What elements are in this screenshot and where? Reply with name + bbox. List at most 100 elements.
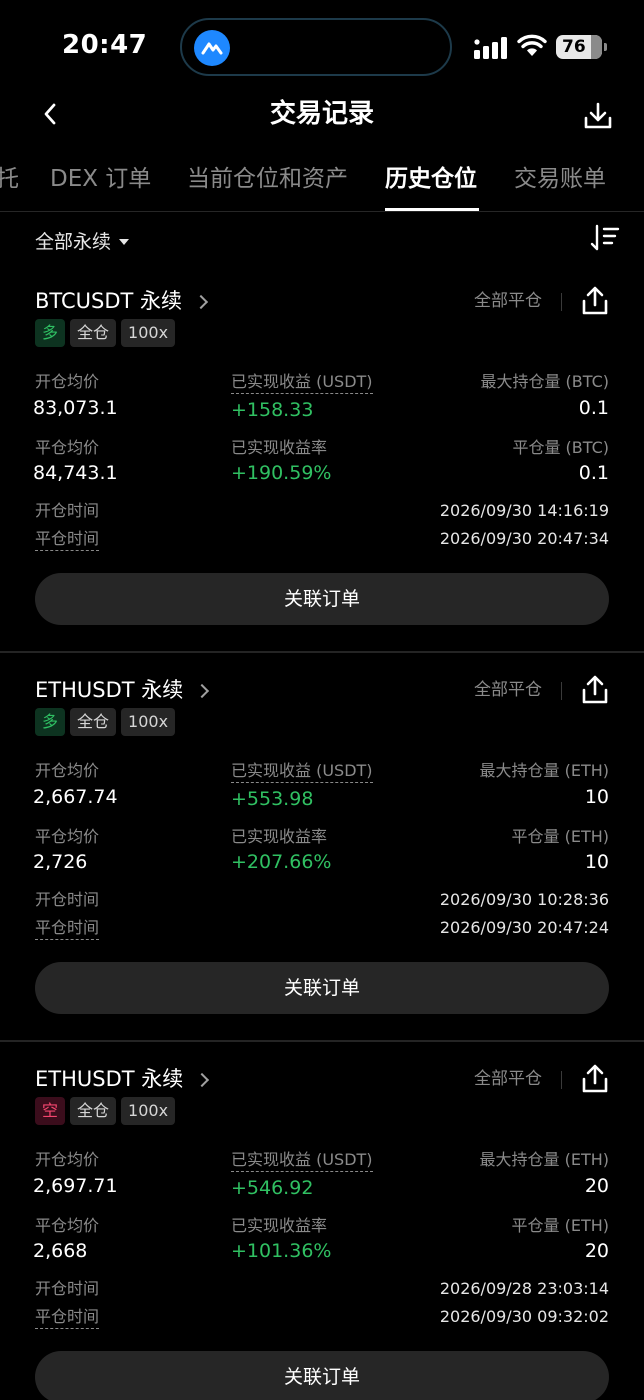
status-time: 20:47 [62, 30, 148, 60]
realized-pnl-value: +158.33 [231, 399, 314, 421]
close-time-label[interactable]: 平仓时间 [35, 528, 100, 551]
close-type-label: 全部平仓 [474, 680, 542, 700]
download-button[interactable] [578, 96, 618, 136]
tab-dex-orders[interactable]: DEX 订单 [50, 162, 151, 196]
max-position-label: 最大持仓量 (BTC) [480, 372, 609, 391]
position-card: ETHUSDT 永续 全部平仓 多 全仓 100x 开仓均价 2,667.74 … [0, 674, 644, 1065]
realized-rate-label: 已实现收益率 [231, 827, 328, 846]
side-badge: 多 [35, 319, 66, 347]
avg-close-label: 平仓均价 [35, 438, 100, 457]
max-position-label: 最大持仓量 (ETH) [479, 1150, 610, 1169]
dynamic-island[interactable] [180, 18, 452, 76]
realized-pnl-value: +546.92 [231, 1177, 314, 1199]
realized-pnl-label[interactable]: 已实现收益 (USDT) [231, 371, 373, 394]
open-time-value: 2026/09/30 10:28:36 [439, 890, 609, 909]
tab-bots[interactable]: 托 [0, 162, 19, 196]
avg-close-value: 2,668 [33, 1240, 88, 1262]
avg-open-label: 开仓均价 [35, 761, 100, 780]
closed-amount-label: 平仓量 (ETH) [511, 1216, 610, 1235]
position-tags: 多 全仓 100x [35, 708, 176, 736]
avg-open-label: 开仓均价 [35, 372, 100, 391]
margin-mode-badge: 全仓 [70, 1097, 117, 1125]
closed-amount-label: 平仓量 (ETH) [511, 827, 610, 846]
close-type-label: 全部平仓 [474, 1069, 542, 1089]
wifi-icon [517, 34, 547, 56]
realized-pnl-value: +553.98 [231, 788, 314, 810]
leverage-badge: 100x [121, 1097, 176, 1125]
page-title: 交易记录 [269, 99, 374, 129]
close-time-value: 2026/09/30 20:47:34 [439, 529, 609, 548]
active-tab-indicator [385, 208, 479, 211]
chevron-right-icon [195, 1072, 210, 1087]
battery-level: 76 [562, 37, 586, 57]
position-card: ETHUSDT 永续 全部平仓 空 全仓 100x 开仓均价 2,697.71 … [0, 1063, 644, 1400]
margin-mode-badge: 全仓 [70, 319, 117, 347]
filter-label: 全部永续 [35, 231, 112, 253]
open-time-label: 开仓时间 [35, 890, 100, 909]
realized-rate-value: +190.59% [231, 462, 332, 484]
max-position-label: 最大持仓量 (ETH) [479, 761, 610, 780]
position-tags: 空 全仓 100x [35, 1097, 176, 1125]
divider [561, 1071, 562, 1089]
avg-close-value: 84,743.1 [33, 462, 118, 484]
position-card: BTCUSDT 永续 全部平仓 多 全仓 100x 开仓均价 83,073.1 … [0, 285, 644, 676]
side-badge: 多 [35, 708, 66, 736]
avg-close-value: 2,726 [33, 851, 88, 873]
closed-amount-value: 0.1 [578, 462, 609, 484]
close-time-label[interactable]: 平仓时间 [35, 1306, 100, 1329]
close-time-value: 2026/09/30 20:47:24 [439, 918, 609, 937]
margin-mode-badge: 全仓 [70, 708, 117, 736]
tab-position-history[interactable]: 历史仓位 [385, 162, 477, 196]
position-tags: 多 全仓 100x [35, 319, 176, 347]
symbol-label: ETHUSDT 永续 [35, 678, 184, 702]
share-icon[interactable] [579, 285, 611, 317]
position-symbol-link[interactable]: ETHUSDT 永续 [35, 1065, 210, 1093]
leverage-badge: 100x [121, 319, 176, 347]
card-divider [0, 651, 644, 653]
position-symbol-link[interactable]: ETHUSDT 永续 [35, 676, 210, 704]
realized-pnl-label[interactable]: 已实现收益 (USDT) [231, 760, 373, 783]
open-time-label: 开仓时间 [35, 1279, 100, 1298]
related-orders-button[interactable]: 关联订单 [35, 573, 609, 625]
closed-amount-value: 10 [584, 851, 609, 873]
tab-trade-bills[interactable]: 交易账单 [514, 162, 606, 196]
related-orders-button[interactable]: 关联订单 [35, 962, 609, 1014]
avg-open-value: 2,667.74 [33, 786, 118, 808]
download-icon [584, 102, 612, 129]
position-symbol-link[interactable]: BTCUSDT 永续 [35, 287, 209, 315]
max-position-value: 10 [584, 786, 609, 808]
symbol-label: BTCUSDT 永续 [35, 289, 183, 313]
chevron-right-icon [195, 683, 210, 698]
related-orders-button[interactable]: 关联订单 [35, 1351, 609, 1400]
close-time-value: 2026/09/30 09:32:02 [439, 1307, 609, 1326]
sort-icon[interactable] [590, 224, 620, 252]
avg-close-label: 平仓均价 [35, 827, 100, 846]
chevron-right-icon [193, 294, 209, 309]
card-divider [0, 1040, 644, 1042]
realized-pnl-label[interactable]: 已实现收益 (USDT) [231, 1149, 373, 1172]
battery-indicator: 76 [556, 35, 607, 59]
status-bar: 20:47 76 [0, 0, 644, 92]
avg-close-label: 平仓均价 [35, 1216, 100, 1235]
side-badge: 空 [35, 1097, 66, 1125]
caret-down-icon [119, 239, 130, 245]
symbol-label: ETHUSDT 永续 [35, 1067, 184, 1091]
open-time-value: 2026/09/30 14:16:19 [439, 501, 609, 520]
product-filter-dropdown[interactable]: 全部永续 [35, 228, 130, 256]
tab-bar: 托 DEX 订单 当前仓位和资产 历史仓位 交易账单 [0, 158, 644, 212]
leverage-badge: 100x [121, 708, 176, 736]
closed-amount-label: 平仓量 (BTC) [512, 438, 609, 457]
open-time-label: 开仓时间 [35, 501, 100, 520]
tab-current-positions[interactable]: 当前仓位和资产 [187, 162, 348, 196]
avg-open-value: 83,073.1 [33, 397, 118, 419]
divider [561, 682, 562, 700]
app-activity-icon [194, 30, 230, 66]
close-type-label: 全部平仓 [474, 291, 542, 311]
realized-rate-value: +101.36% [231, 1240, 332, 1262]
share-icon[interactable] [579, 1063, 611, 1095]
share-icon[interactable] [579, 674, 611, 706]
avg-open-label: 开仓均价 [35, 1150, 100, 1169]
divider [561, 293, 562, 311]
closed-amount-value: 20 [584, 1240, 609, 1262]
close-time-label[interactable]: 平仓时间 [35, 917, 100, 940]
